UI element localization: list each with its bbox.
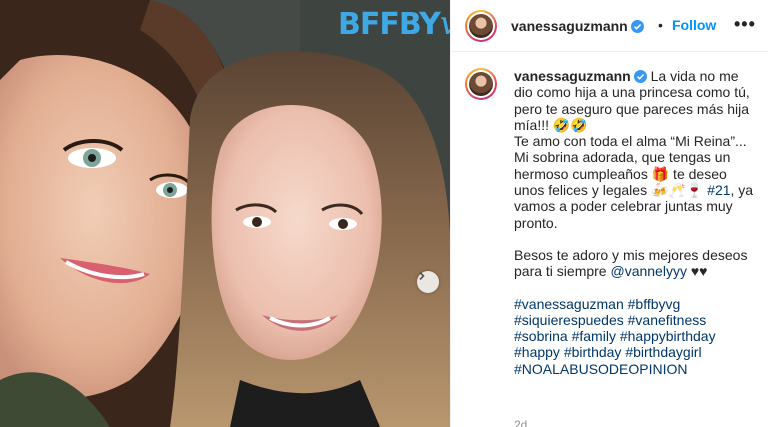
post-header: vanessaguzmann • Follow •••: [451, 0, 768, 52]
hashtag-line: #siquierespuedes #vanefitness: [514, 312, 756, 328]
hashtag-line: #sobrina #family #happybirthday: [514, 328, 756, 344]
hashtag-line: #NOALABUSODEOPINION: [514, 361, 756, 377]
hashtag-link[interactable]: #bffbyvg: [628, 296, 681, 312]
mention-link[interactable]: @vannelyyy: [610, 263, 686, 279]
hashtag-link[interactable]: #siquierespuedes: [514, 312, 624, 328]
hashtag-link[interactable]: #happy: [514, 344, 560, 360]
more-options-icon[interactable]: •••: [734, 14, 756, 35]
hashtag-link[interactable]: #birthday: [564, 344, 622, 360]
hearts: ♥♥: [690, 263, 708, 280]
author-avatar[interactable]: [465, 10, 497, 42]
verified-badge-icon: [630, 20, 644, 33]
photo-watermark: BFFBYvg: [338, 4, 450, 42]
caption-username[interactable]: vanessaguzmann: [514, 68, 647, 84]
post-photo[interactable]: BFFBYvg: [0, 0, 450, 427]
hashtag-link[interactable]: #NOALABUSODEOPINION: [514, 361, 688, 377]
follow-button[interactable]: Follow: [672, 17, 716, 33]
hashtag-link[interactable]: #21: [707, 182, 730, 198]
post-side-panel: vanessaguzmann • Follow ••• vanessaguzma…: [450, 0, 768, 427]
post-timestamp[interactable]: 2d: [514, 418, 527, 427]
hashtag-link[interactable]: #sobrina: [514, 328, 568, 344]
hashtag-link[interactable]: #birthdaygirl: [625, 344, 701, 360]
post-caption: vanessaguzmann La vida no me dio como hi…: [514, 68, 756, 377]
hashtag-link[interactable]: #vanessaguzman: [514, 296, 624, 312]
hashtag-line: #vanessaguzman #bffbyvg: [514, 296, 756, 312]
hashtag-link[interactable]: #vanefitness: [628, 312, 707, 328]
header-separator: •: [658, 17, 663, 33]
author-username[interactable]: vanessaguzmann: [511, 18, 644, 34]
hashtag-line: #happy #birthday #birthdaygirl: [514, 344, 756, 360]
hashtag-link[interactable]: #family: [572, 328, 616, 344]
next-photo-button[interactable]: [417, 271, 439, 293]
chevron-right-icon: [419, 271, 425, 281]
verified-badge-icon: [633, 70, 647, 83]
selfie-illustration: [0, 0, 450, 427]
hashtag-link[interactable]: #happybirthday: [620, 328, 716, 344]
caption-author-avatar[interactable]: [465, 68, 497, 100]
